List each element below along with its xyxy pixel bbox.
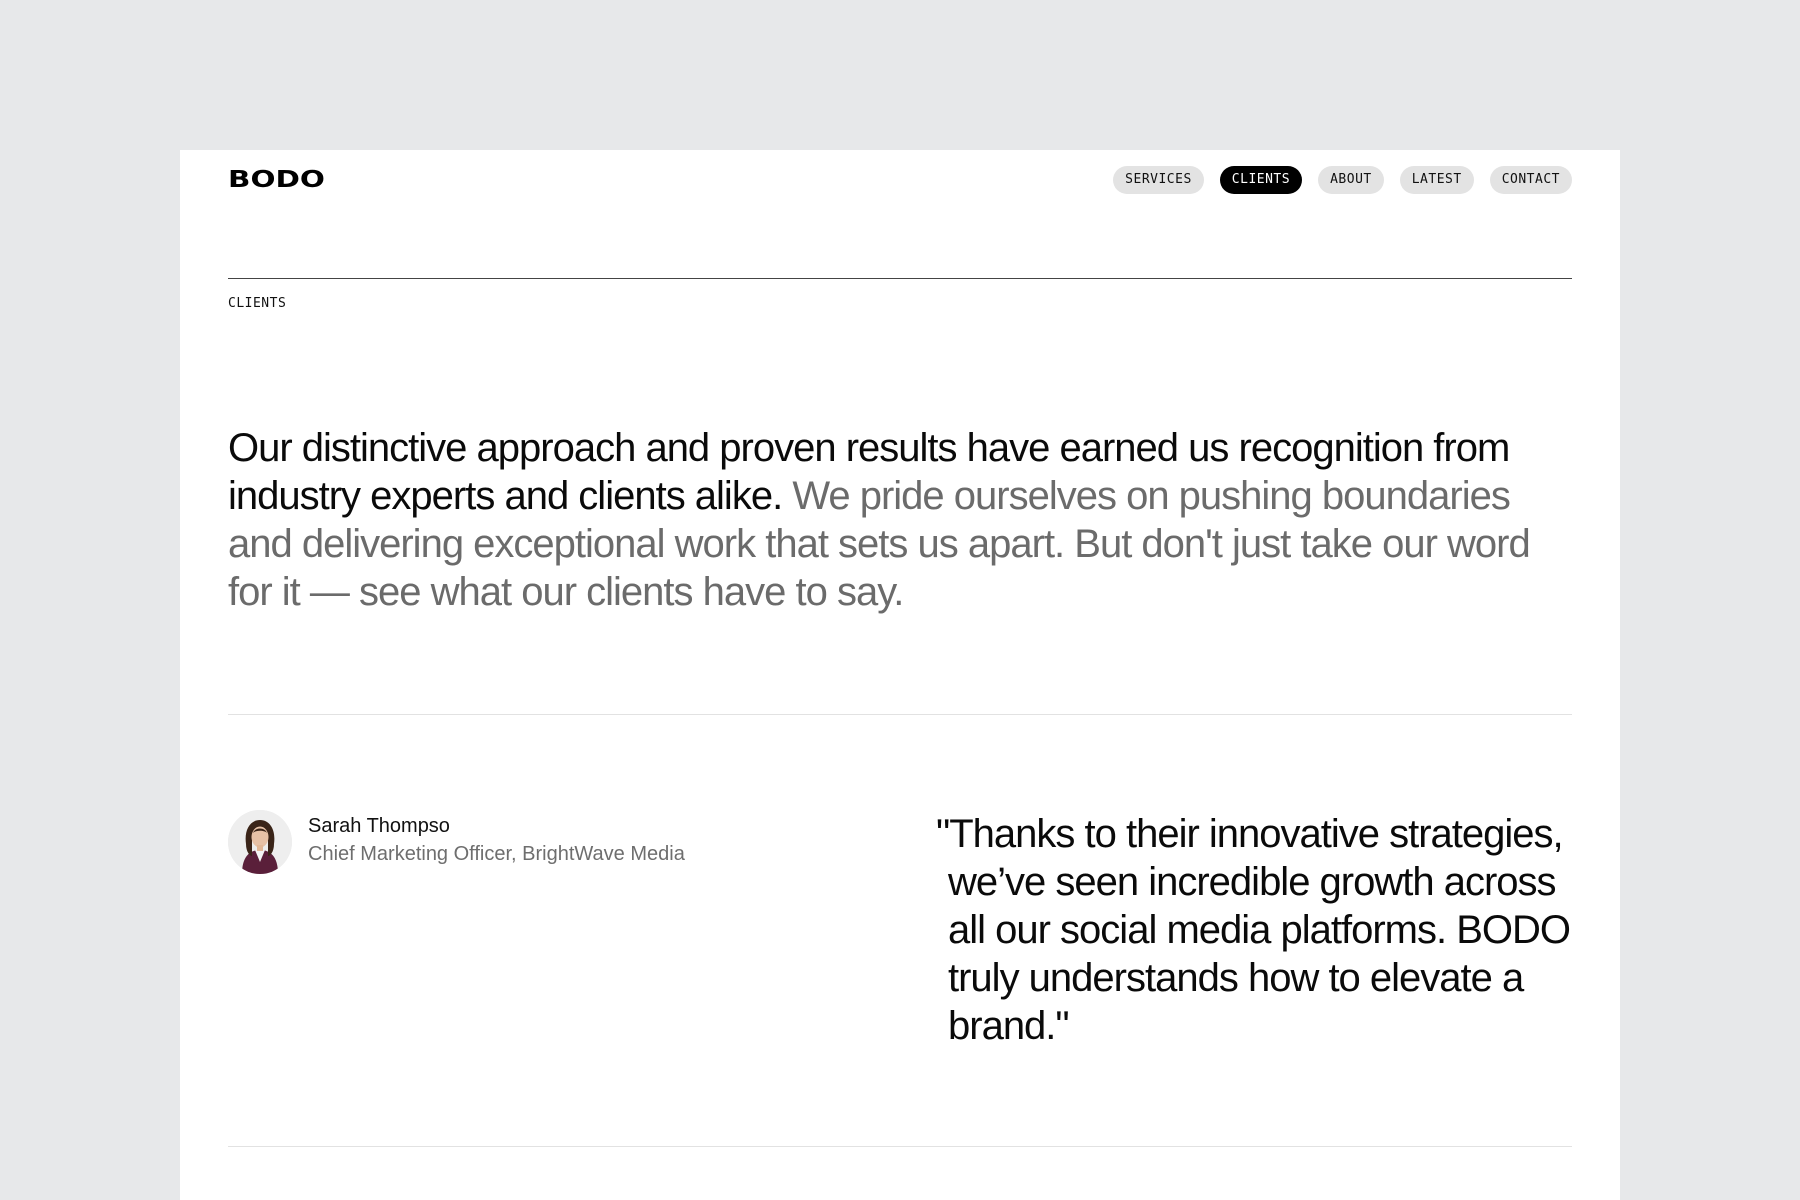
page-inner: BODO SERVICES CLIENTS ABOUT LATEST CONTA… — [228, 150, 1572, 1200]
testimonial-role: Chief Marketing Officer, BrightWave Medi… — [308, 843, 685, 865]
avatar — [228, 810, 292, 874]
avatar-portrait-icon — [228, 810, 292, 874]
testimonial-name: Sarah Thompso — [308, 815, 450, 837]
testimonial-quote: "Thanks to their innovative strategies, … — [936, 812, 1571, 1048]
divider — [228, 714, 1572, 715]
main-nav: SERVICES CLIENTS ABOUT LATEST CONTACT — [1113, 166, 1572, 194]
nav-latest[interactable]: LATEST — [1399, 166, 1474, 194]
nav-contact[interactable]: CONTACT — [1489, 166, 1572, 194]
nav-about[interactable]: ABOUT — [1318, 166, 1384, 194]
section-label: CLIENTS — [228, 296, 287, 311]
intro-paragraph: Our distinctive approach and proven resu… — [228, 424, 1572, 616]
page-container: BODO SERVICES CLIENTS ABOUT LATEST CONTA… — [180, 150, 1620, 1200]
section-divider — [228, 278, 1572, 279]
nav-clients[interactable]: CLIENTS — [1219, 166, 1303, 194]
nav-services[interactable]: SERVICES — [1113, 166, 1204, 194]
logo[interactable]: BODO — [228, 169, 325, 192]
divider — [228, 1146, 1572, 1147]
